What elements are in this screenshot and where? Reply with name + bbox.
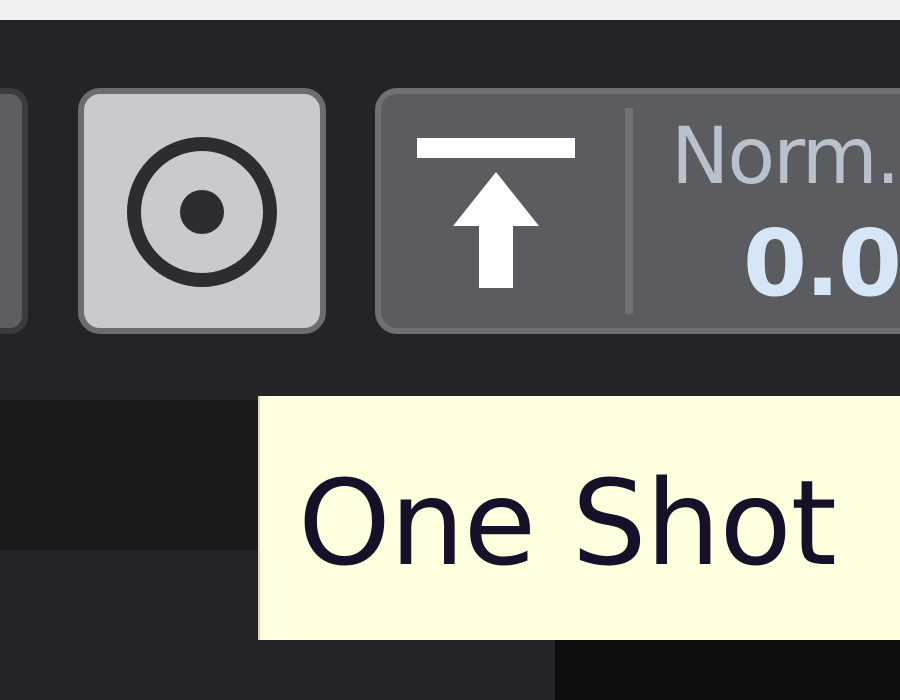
group-separator (625, 108, 633, 314)
mode-value[interactable]: 0.0 (743, 214, 900, 314)
mode-group: Norm... 0.0 (375, 88, 900, 334)
bottom-right-panel (555, 640, 900, 700)
tooltip: One Shot (258, 396, 900, 640)
toolbar: Norm... 0.0 (0, 20, 900, 400)
tooltip-text: One Shot (298, 454, 837, 592)
target-icon (127, 137, 277, 287)
upload-icon[interactable] (415, 138, 585, 298)
left-panel (0, 400, 260, 550)
window-top-edge (0, 0, 900, 20)
toolbar-button-partial[interactable] (0, 88, 28, 334)
one-shot-button[interactable] (78, 88, 326, 334)
mode-label[interactable]: Norm... (671, 112, 900, 202)
